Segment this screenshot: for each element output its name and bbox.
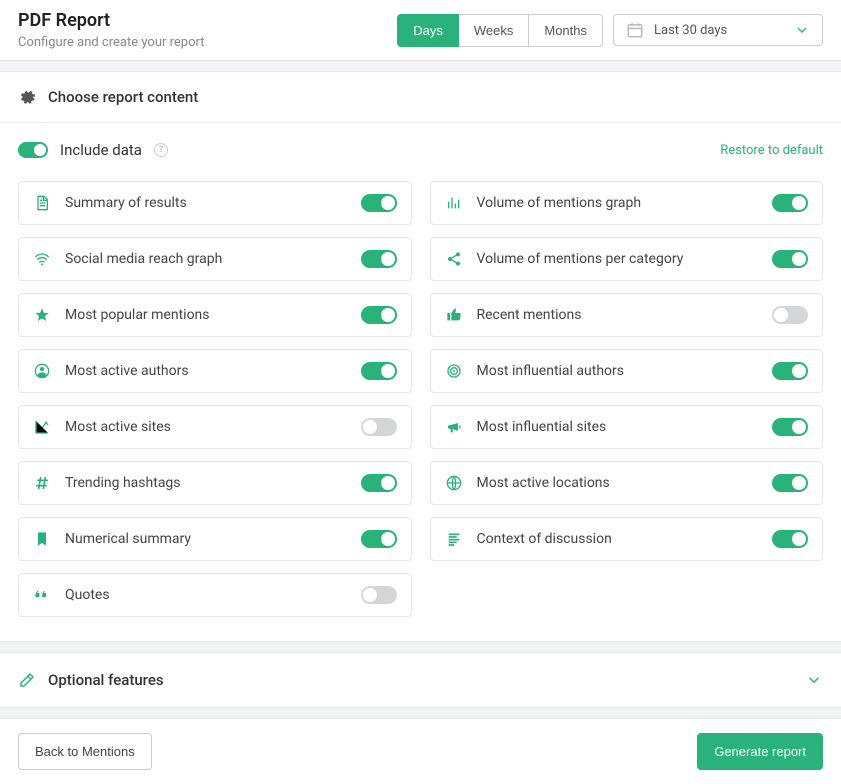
option-row: Trending hashtags: [18, 461, 412, 505]
option-toggle[interactable]: [772, 474, 808, 492]
option-label: Most influential sites: [477, 419, 759, 435]
option-row: Most influential sites: [430, 405, 824, 449]
back-button[interactable]: Back to Mentions: [18, 733, 152, 770]
report-content-panel: Choose report content Include data ? Res…: [0, 71, 841, 642]
align-icon: [445, 531, 463, 547]
option-row: Summary of results: [18, 181, 412, 225]
option-row: Most active authors: [18, 349, 412, 393]
option-label: Most active sites: [65, 419, 347, 435]
date-range-picker[interactable]: Last 30 days: [613, 14, 823, 46]
megaphone-icon: [445, 419, 463, 435]
option-toggle[interactable]: [361, 586, 397, 604]
option-label: Summary of results: [65, 195, 347, 211]
calendar-icon: [626, 21, 644, 39]
option-toggle[interactable]: [772, 306, 808, 324]
option-toggle[interactable]: [361, 362, 397, 380]
option-toggle[interactable]: [772, 418, 808, 436]
option-label: Most active locations: [477, 475, 759, 491]
optional-features-title: Optional features: [48, 671, 164, 689]
option-row: Volume of mentions per category: [430, 237, 824, 281]
option-label: Volume of mentions per category: [477, 251, 759, 267]
option-label: Most influential authors: [477, 363, 759, 379]
panel-header: Choose report content: [0, 72, 841, 123]
option-label: Recent mentions: [477, 307, 759, 323]
wifi-icon: [33, 251, 51, 267]
option-toggle[interactable]: [772, 362, 808, 380]
option-toggle[interactable]: [772, 250, 808, 268]
thumb-up-icon: [445, 307, 463, 323]
user-circle-icon: [33, 363, 51, 379]
restore-default-link[interactable]: Restore to default: [720, 143, 823, 158]
option-label: Numerical summary: [65, 531, 347, 547]
option-label: Most active authors: [65, 363, 347, 379]
option-row: Context of discussion: [430, 517, 824, 561]
option-toggle[interactable]: [772, 530, 808, 548]
include-row: Include data ? Restore to default: [0, 123, 841, 169]
period-days-button[interactable]: Days: [397, 14, 459, 47]
hash-icon: [33, 475, 51, 491]
bookmark-icon: [33, 531, 51, 547]
chevron-down-icon: [794, 22, 810, 38]
include-data-label: Include data: [60, 141, 142, 159]
optional-features-header[interactable]: Optional features: [0, 653, 841, 707]
period-weeks-button[interactable]: Weeks: [458, 14, 530, 47]
period-months-button[interactable]: Months: [528, 14, 603, 47]
option-row: Most active locations: [430, 461, 824, 505]
help-icon[interactable]: ?: [154, 143, 168, 157]
share-icon: [445, 251, 463, 267]
title-block: PDF Report Configure and create your rep…: [18, 10, 205, 50]
option-row: Social media reach graph: [18, 237, 412, 281]
file-icon: [33, 195, 51, 211]
target-icon: [445, 363, 463, 379]
star-icon: [33, 307, 51, 323]
date-range-label: Last 30 days: [654, 23, 727, 38]
header-controls: Days Weeks Months Last 30 days: [397, 14, 823, 47]
bar-chart-icon: [445, 195, 463, 211]
optional-features-panel: Optional features: [0, 652, 841, 708]
footer-bar: Back to Mentions Generate report: [0, 718, 841, 784]
option-label: Context of discussion: [477, 531, 759, 547]
option-row: Volume of mentions graph: [430, 181, 824, 225]
line-chart-icon: [33, 419, 51, 435]
option-toggle[interactable]: [361, 418, 397, 436]
option-label: Most popular mentions: [65, 307, 347, 323]
option-label: Trending hashtags: [65, 475, 347, 491]
option-row: Most influential authors: [430, 349, 824, 393]
option-label: Volume of mentions graph: [477, 195, 759, 211]
gear-icon: [18, 88, 36, 106]
page-subtitle: Configure and create your report: [18, 35, 205, 50]
panel-title: Choose report content: [48, 88, 198, 106]
option-row: Recent mentions: [430, 293, 824, 337]
option-label: Quotes: [65, 587, 347, 603]
option-row: Most popular mentions: [18, 293, 412, 337]
option-toggle[interactable]: [361, 530, 397, 548]
header-bar: PDF Report Configure and create your rep…: [0, 0, 841, 61]
quote-icon: [33, 587, 51, 603]
option-toggle[interactable]: [361, 306, 397, 324]
generate-report-button[interactable]: Generate report: [697, 733, 823, 770]
page-title: PDF Report: [18, 10, 205, 31]
edit-icon: [18, 671, 36, 689]
option-toggle[interactable]: [772, 194, 808, 212]
option-label: Social media reach graph: [65, 251, 347, 267]
options-grid: Summary of results Volume of mentions gra…: [0, 169, 841, 641]
option-row: Quotes: [18, 573, 412, 617]
option-toggle[interactable]: [361, 474, 397, 492]
option-row: Most active sites: [18, 405, 412, 449]
include-data-toggle[interactable]: [18, 142, 48, 158]
option-toggle[interactable]: [361, 194, 397, 212]
globe-icon: [445, 475, 463, 491]
period-segmented: Days Weeks Months: [397, 14, 603, 47]
chevron-down-icon: [805, 671, 823, 689]
option-toggle[interactable]: [361, 250, 397, 268]
option-row: Numerical summary: [18, 517, 412, 561]
